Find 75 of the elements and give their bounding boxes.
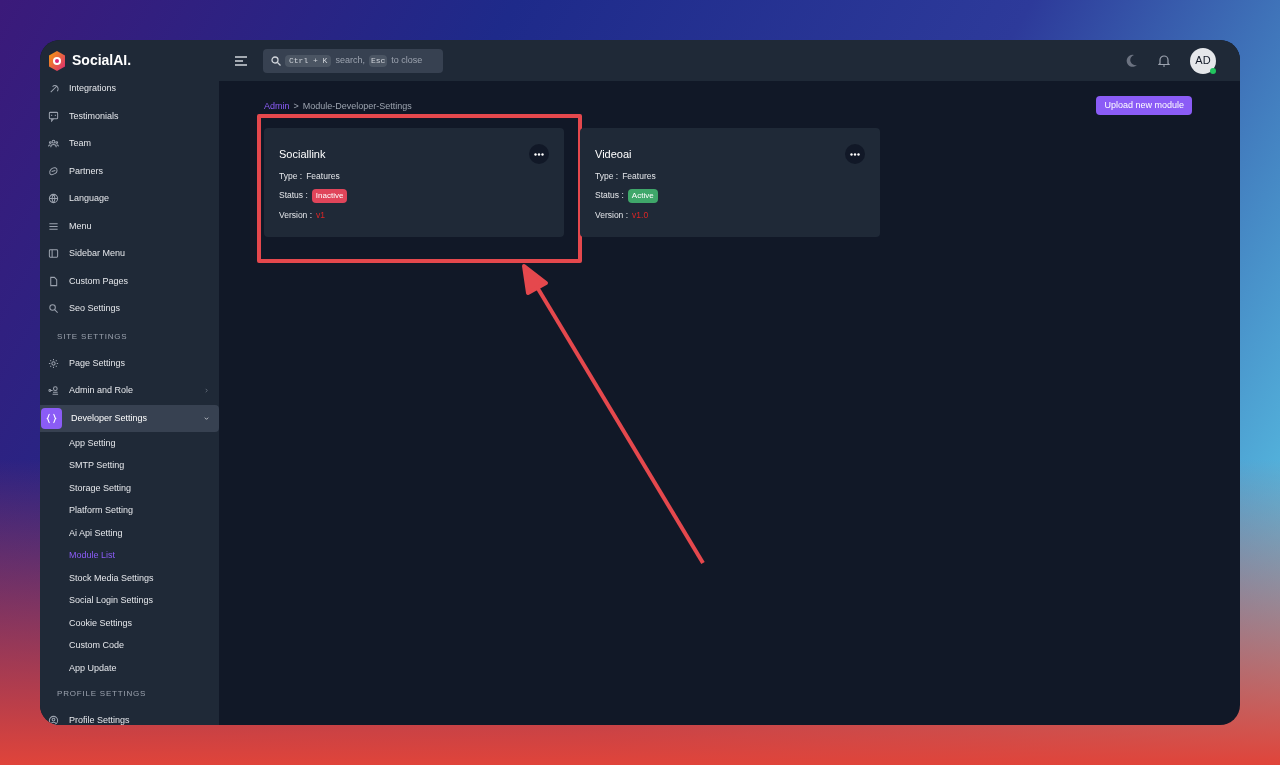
field-label: Type : xyxy=(595,170,619,183)
nav-icon xyxy=(48,138,59,150)
user-avatar[interactable]: AD xyxy=(1190,47,1216,74)
section-heading: PROFILE SETTINGS xyxy=(56,687,148,700)
sidebar-item[interactable]: Custom Pages xyxy=(40,267,219,295)
submenu-item[interactable]: Cookie Settings xyxy=(40,612,219,635)
search-field[interactable]: Ctrl + K search, Esc to close xyxy=(263,48,443,73)
submenu-item[interactable]: App Update xyxy=(40,657,219,680)
logo-icon xyxy=(48,50,66,71)
upload-button[interactable]: Upload new module xyxy=(1096,96,1192,115)
section-heading: SITE SETTINGS xyxy=(56,330,129,343)
breadcrumb-current: Module-Developer-Settings xyxy=(302,100,412,114)
status-badge: Active xyxy=(627,188,658,203)
nav-icon xyxy=(48,220,59,232)
bell-icon[interactable] xyxy=(1158,54,1170,67)
sidebar-item[interactable]: Language xyxy=(40,185,219,213)
submenu-item[interactable]: SMTP Setting xyxy=(40,454,219,477)
chevron-icon xyxy=(204,388,209,394)
sidebar-item[interactable]: Partners xyxy=(40,157,219,185)
nav-icon xyxy=(48,357,59,369)
chevron-icon xyxy=(204,415,209,421)
submenu-item[interactable]: Storage Setting xyxy=(40,477,219,500)
sidebar-item[interactable]: Integrations xyxy=(40,81,219,103)
nav-icon xyxy=(48,385,59,397)
more-icon xyxy=(534,152,544,156)
nav-icon xyxy=(48,193,59,205)
nav-icon xyxy=(48,248,59,260)
status-badge: Inactive xyxy=(311,188,348,203)
module-name: Sociallink xyxy=(279,146,326,162)
menu-icon[interactable] xyxy=(235,55,247,66)
sidebar-item[interactable]: Seo Settings xyxy=(40,295,219,323)
moon-icon[interactable] xyxy=(1126,54,1138,67)
field-label: Status : xyxy=(595,189,624,203)
submenu-item[interactable]: Custom Code xyxy=(40,634,219,657)
submenu-item[interactable]: Platform Setting xyxy=(40,499,219,522)
submenu-item[interactable]: Social Login Settings xyxy=(40,589,219,612)
more-button[interactable] xyxy=(529,144,549,164)
search-hint: search, xyxy=(335,53,365,67)
sidebar-item[interactable]: Profile Settings xyxy=(40,706,219,725)
search-hint: to close xyxy=(391,53,423,67)
nav-icon xyxy=(48,83,59,95)
shortcut-key: Ctrl + K xyxy=(285,54,332,67)
nav-icon xyxy=(48,110,59,122)
sidebar-item[interactable]: Sidebar Menu xyxy=(40,240,219,268)
submenu-item[interactable]: Module List xyxy=(40,544,219,567)
more-button[interactable] xyxy=(845,144,865,164)
field-value: Features xyxy=(622,170,656,183)
braces-icon xyxy=(41,407,62,429)
submenu-item[interactable]: App Setting xyxy=(40,432,219,455)
nav-icon xyxy=(48,303,59,315)
breadcrumb-link[interactable]: Admin xyxy=(264,100,290,114)
version-value: v1 xyxy=(316,208,326,222)
field-label: Type : xyxy=(279,170,303,183)
sidebar-item[interactable]: Admin and Role xyxy=(40,377,219,405)
escape-key: Esc xyxy=(368,54,388,67)
field-label: Status : xyxy=(279,189,308,203)
nav-icon xyxy=(48,714,59,725)
search-icon xyxy=(271,55,281,66)
breadcrumb-separator: > xyxy=(293,100,299,114)
field-label: Version : xyxy=(595,208,629,222)
field-label: Version : xyxy=(279,208,313,222)
sidebar-item[interactable]: Testimonials xyxy=(40,102,219,130)
submenu-item[interactable]: Stock Media Settings xyxy=(40,567,219,590)
app-logo: SocialAI. xyxy=(72,51,132,70)
sidebar-item[interactable]: Page Settings xyxy=(40,349,219,377)
field-value: Features xyxy=(306,170,340,183)
nav-icon xyxy=(48,165,59,177)
module-name: Videoai xyxy=(595,146,632,162)
sidebar-item[interactable]: Developer Settings xyxy=(40,404,219,432)
version-value: v1.0 xyxy=(632,208,649,222)
sidebar-item[interactable]: Menu xyxy=(40,212,219,240)
sidebar-item[interactable]: Team xyxy=(40,130,219,158)
more-icon xyxy=(850,152,860,156)
submenu-item[interactable]: Ai Api Setting xyxy=(40,522,219,545)
nav-icon xyxy=(48,275,59,287)
